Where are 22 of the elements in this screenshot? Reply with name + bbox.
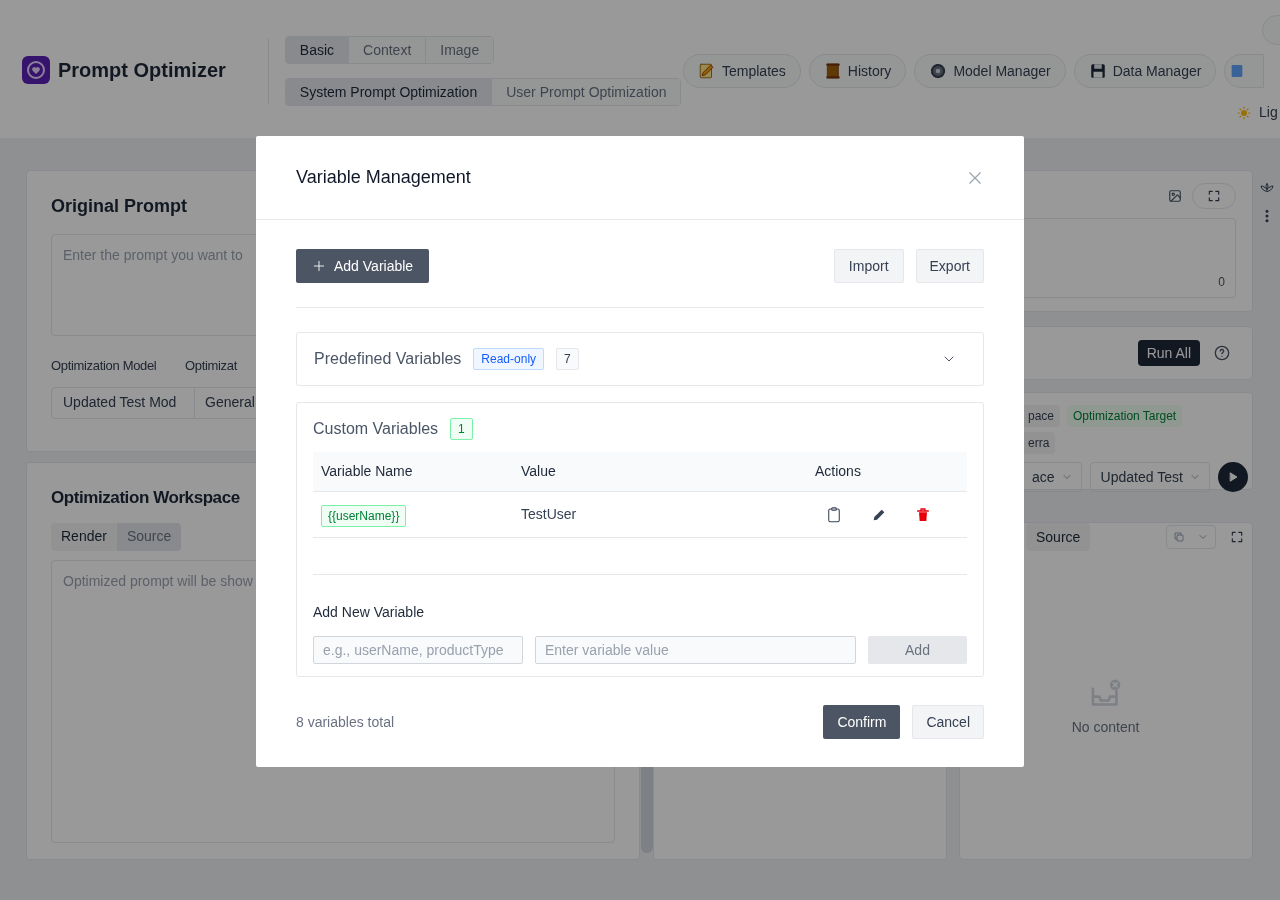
field-label: Optimizat bbox=[185, 357, 237, 375]
app-name: Prompt Optimizer bbox=[58, 58, 226, 83]
tag: erra bbox=[1022, 432, 1056, 454]
count-badge: 7 bbox=[556, 348, 579, 370]
column-header: Value bbox=[520, 462, 557, 481]
variable-name-tag: {{userName}} bbox=[321, 504, 407, 527]
tag: Optimization Target bbox=[1067, 405, 1183, 427]
column-header: Variable Name bbox=[320, 462, 414, 481]
count-badge: 1 bbox=[450, 418, 473, 440]
total-count: 8 variables total bbox=[296, 712, 395, 732]
section-title: Add New Variable bbox=[313, 603, 426, 622]
card-title: Original Prompt bbox=[51, 195, 188, 218]
tag: pace bbox=[1022, 405, 1061, 427]
empty-message: No content bbox=[1071, 718, 1140, 737]
read-only-badge: Read-only bbox=[473, 348, 545, 370]
char-count: 0 bbox=[1218, 274, 1225, 291]
table-cell-text: TestUser bbox=[520, 505, 578, 524]
card-title: Optimization Workspace bbox=[51, 487, 241, 509]
dialog-title: Variable Management bbox=[296, 166, 471, 189]
column-header: Actions bbox=[814, 462, 861, 481]
section-title: Custom Variables bbox=[313, 419, 439, 439]
field-label: Optimization Model bbox=[51, 357, 158, 375]
